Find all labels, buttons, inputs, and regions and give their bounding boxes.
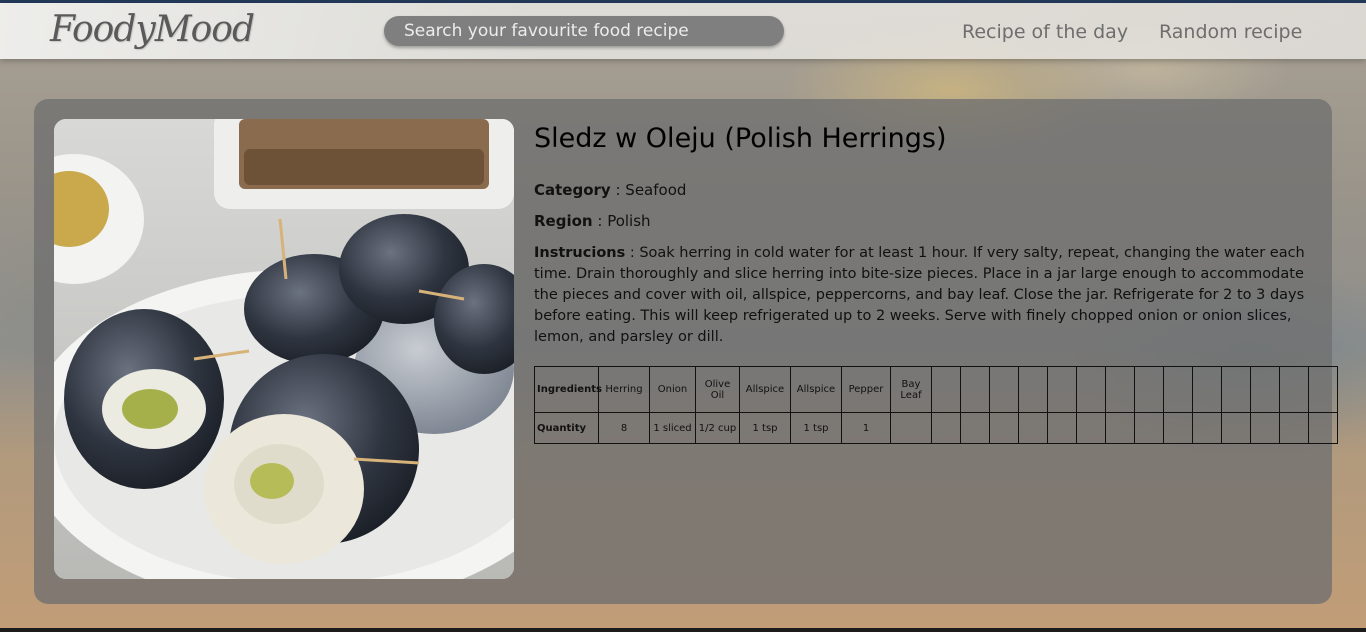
quantity-cell xyxy=(1047,412,1077,444)
ingredient-cell xyxy=(989,366,1019,413)
recipe-title: Sledz w Oleju (Polish Herrings) xyxy=(534,123,947,154)
ingredient-cell xyxy=(1105,366,1135,413)
quantity-cell xyxy=(890,412,932,444)
nav-recipe-of-the-day[interactable]: Recipe of the day xyxy=(962,21,1128,43)
quantity-cell xyxy=(1163,412,1193,444)
quantity-row-label: Quantity xyxy=(534,412,599,444)
ingredient-cell: Bay Leaf xyxy=(890,366,932,413)
region-label: Region xyxy=(534,212,593,230)
ingredient-cell xyxy=(931,366,961,413)
quantity-cell xyxy=(1105,412,1135,444)
ingredient-cell xyxy=(1221,366,1251,413)
quantity-cell: 8 xyxy=(598,412,650,444)
ingredient-cell: Onion xyxy=(649,366,696,413)
recipe-region: Region : Polish xyxy=(534,212,651,230)
region-value: Polish xyxy=(607,212,651,230)
herring-rolls-image xyxy=(54,119,514,579)
quantity-cell xyxy=(960,412,990,444)
quantity-cell: 1 tsp xyxy=(739,412,791,444)
recipe-card: Sledz w Oleju (Polish Herrings) Category… xyxy=(34,99,1338,604)
logo[interactable]: FoodyMood xyxy=(50,9,255,50)
quantity-cell xyxy=(1076,412,1106,444)
quantity-cell xyxy=(1250,412,1280,444)
instructions-text: Soak herring in cold water for at least … xyxy=(534,245,1305,345)
quantity-cell xyxy=(1221,412,1251,444)
quantity-cell: 1/2 cup xyxy=(695,412,740,444)
ingredient-cell xyxy=(1134,366,1164,413)
ingredient-cell xyxy=(1250,366,1280,413)
search-input[interactable] xyxy=(384,16,784,46)
ingredient-cell: Allspice xyxy=(739,366,791,413)
quantity-row: Quantity 81 sliced 1/2 cup 1 tsp 1 tsp 1 xyxy=(534,412,1338,444)
ingredient-cell xyxy=(960,366,990,413)
recipe-category: Category : Seafood xyxy=(534,181,687,199)
ingredient-cell xyxy=(1279,366,1309,413)
recipe-instructions: Instrucions : Soak herring in cold water… xyxy=(534,245,1305,345)
ingredient-cell: Pepper xyxy=(841,366,891,413)
ingredients-row-label: Ingredients xyxy=(534,366,602,413)
bottom-bar xyxy=(0,628,1366,632)
ingredient-cell: Olive Oil xyxy=(695,366,740,413)
quantity-cell xyxy=(931,412,961,444)
nav-random-recipe[interactable]: Random recipe xyxy=(1159,21,1302,43)
quantity-cell xyxy=(1134,412,1164,444)
instructions-label: Instrucions xyxy=(534,245,626,261)
ingredient-cell xyxy=(1047,366,1077,413)
ingredients-row: Ingredients Herring Onion Olive Oil Allspic… xyxy=(534,366,1338,413)
ingredient-cell xyxy=(1163,366,1193,413)
quantity-cell: 1 sliced xyxy=(649,412,696,444)
category-label: Category xyxy=(534,181,611,199)
quantity-cell xyxy=(1018,412,1048,444)
ingredients-table: Ingredients Herring Onion Olive Oil Allspic… xyxy=(534,366,1338,444)
recipe-photo xyxy=(54,119,514,579)
quantity-cell: 1 xyxy=(841,412,891,444)
quantity-cell xyxy=(989,412,1019,444)
ingredient-cell xyxy=(1192,366,1222,413)
category-value: Seafood xyxy=(625,181,687,199)
quantity-cell xyxy=(1192,412,1222,444)
ingredient-cell xyxy=(1076,366,1106,413)
ingredient-cell xyxy=(1308,366,1338,413)
navbar: FoodyMood Recipe of the day Random recip… xyxy=(0,3,1366,59)
quantity-cell xyxy=(1279,412,1309,444)
ingredient-cell: Herring xyxy=(598,366,650,413)
quantity-cell xyxy=(1308,412,1338,444)
ingredient-cell xyxy=(1018,366,1048,413)
quantity-cell: 1 tsp xyxy=(790,412,842,444)
ingredient-cell: Allspice xyxy=(790,366,842,413)
